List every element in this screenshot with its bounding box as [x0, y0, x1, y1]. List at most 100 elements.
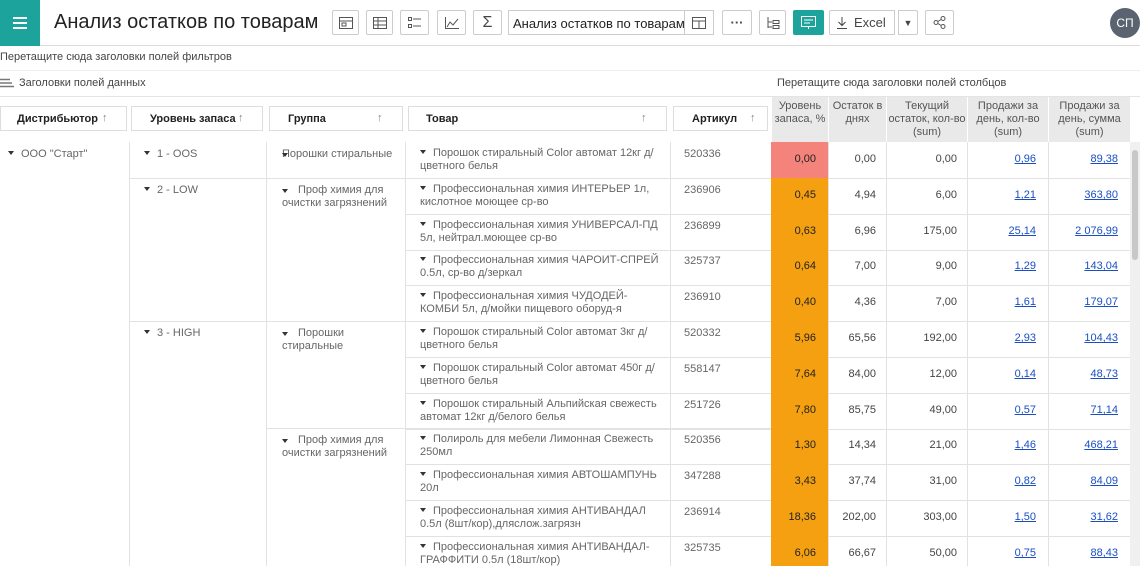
sort-arrow-icon[interactable]: ↑	[377, 112, 383, 124]
present-mode-icon[interactable]	[793, 10, 824, 35]
sales-qty-link[interactable]: 0,96	[967, 142, 1048, 178]
share-icon[interactable]	[925, 10, 954, 35]
collapse-triangle-icon[interactable]	[420, 150, 426, 154]
collapse-triangle-icon[interactable]	[420, 436, 426, 440]
collapse-triangle-icon[interactable]	[420, 544, 426, 548]
level-cell[interactable]: 1 - OOS	[144, 148, 197, 161]
distributor-cell[interactable]: ООО "Старт"	[8, 148, 87, 161]
collapse-triangle-icon[interactable]	[420, 257, 426, 261]
sales-qty-link[interactable]: 0,75	[967, 536, 1048, 566]
sales-qty-link[interactable]: 1,50	[967, 500, 1048, 536]
excel-export-button[interactable]: Excel	[829, 10, 895, 35]
sales-qty-link[interactable]: 2,93	[967, 321, 1048, 357]
product-cell[interactable]: Профессиональная химия АНТИВАНДАЛ 0.5л (…	[420, 505, 662, 531]
filter-drop-zone[interactable]: Перетащите сюда заголовки полей фильтров	[0, 51, 232, 63]
collapse-triangle-icon[interactable]	[282, 189, 288, 193]
sales-sum-link[interactable]: 104,43	[1048, 321, 1130, 357]
stock-pct-cell[interactable]: 18,36	[771, 500, 828, 536]
stock-pct-cell[interactable]: 0,63	[771, 214, 828, 250]
collapse-triangle-icon[interactable]	[420, 472, 426, 476]
sort-arrow-icon[interactable]: ↑	[102, 112, 108, 124]
sales-qty-link[interactable]: 0,82	[967, 464, 1048, 500]
collapse-triangle-icon[interactable]	[420, 293, 426, 297]
fields-list-icon[interactable]	[400, 10, 429, 35]
product-cell[interactable]: Порошок стиральный Color автомат 3кг д/ц…	[420, 326, 662, 352]
sales-sum-link[interactable]: 84,09	[1048, 464, 1130, 500]
row-header-product[interactable]: Товар ↑	[408, 106, 667, 131]
collapse-triangle-icon[interactable]	[144, 187, 150, 191]
product-cell[interactable]: Порошок стиральный Альпийская свежесть а…	[420, 398, 662, 424]
collapse-triangle-icon[interactable]	[144, 330, 150, 334]
sales-sum-link[interactable]: 468,21	[1048, 428, 1130, 464]
product-cell[interactable]: Профессиональная химия АВТОШАМПУНЬ 20л	[420, 469, 662, 495]
measure-header-days[interactable]: Остаток в днях	[828, 97, 886, 142]
collapse-triangle-icon[interactable]	[420, 365, 426, 369]
sales-sum-link[interactable]: 31,62	[1048, 500, 1130, 536]
grid-icon[interactable]	[366, 10, 393, 35]
sales-sum-link[interactable]: 48,73	[1048, 357, 1130, 393]
sort-arrow-icon[interactable]: ↑	[238, 112, 244, 124]
vertical-scrollbar[interactable]	[1130, 142, 1140, 566]
stock-pct-cell[interactable]: 5,96	[771, 321, 828, 357]
collapse-triangle-icon[interactable]	[420, 401, 426, 405]
collapse-triangle-icon[interactable]	[282, 332, 288, 336]
stock-pct-cell[interactable]: 6,06	[771, 536, 828, 566]
collapse-triangle-icon[interactable]	[282, 439, 288, 443]
collapse-triangle-icon[interactable]	[420, 329, 426, 333]
report-settings-icon[interactable]	[684, 10, 714, 35]
sales-sum-link[interactable]: 89,38	[1048, 142, 1130, 178]
hierarchy-icon[interactable]	[759, 10, 786, 35]
stock-pct-cell[interactable]: 3,43	[771, 464, 828, 500]
sort-arrow-icon[interactable]: ↑	[641, 112, 647, 124]
sales-sum-link[interactable]: 88,43	[1048, 536, 1130, 566]
measure-header-sales-qty[interactable]: Продажи за день, кол-во (sum)	[967, 97, 1048, 142]
row-header-distributor[interactable]: Дистрибьютор ↑	[0, 106, 127, 131]
chart-icon[interactable]	[437, 10, 466, 35]
product-cell[interactable]: Порошок стиральный Color автомат 450г д/…	[420, 362, 662, 388]
collapse-triangle-icon[interactable]	[420, 508, 426, 512]
stock-pct-cell[interactable]: 0,00	[771, 142, 828, 178]
hamburger-menu-icon[interactable]	[0, 0, 40, 46]
product-cell[interactable]: Порошок стиральный Color автомат 12кг д/…	[420, 147, 662, 173]
level-cell[interactable]: 2 - LOW	[144, 184, 198, 197]
excel-dropdown-chevron-down-icon[interactable]: ▼	[898, 10, 918, 35]
product-cell[interactable]: Профессиональная химия УНИВЕРСАЛ-ПД 5л, …	[420, 219, 662, 245]
sales-qty-link[interactable]: 1,46	[967, 428, 1048, 464]
stock-pct-cell[interactable]: 0,45	[771, 178, 828, 214]
sales-sum-link[interactable]: 2 076,99	[1048, 214, 1130, 250]
row-header-stock-level[interactable]: Уровень запаса ↑	[131, 106, 263, 131]
scrollbar-thumb[interactable]	[1132, 150, 1138, 260]
sales-qty-link[interactable]: 1,29	[967, 249, 1048, 285]
stock-pct-cell[interactable]: 0,40	[771, 285, 828, 321]
stock-pct-cell[interactable]: 7,64	[771, 357, 828, 393]
row-header-sku[interactable]: Артикул ↑	[673, 106, 768, 131]
collapse-triangle-icon[interactable]	[282, 153, 288, 157]
sales-qty-link[interactable]: 0,14	[967, 357, 1048, 393]
measure-header-current-stock[interactable]: Текущий остаток, кол-во (sum)	[886, 97, 967, 142]
group-cell[interactable]: Порошки стиральные	[282, 148, 402, 161]
data-fields-zone[interactable]: Заголовки полей данных	[0, 77, 146, 89]
sales-qty-link[interactable]: 1,21	[967, 178, 1048, 214]
collapse-triangle-icon[interactable]	[8, 151, 14, 155]
sales-qty-link[interactable]: 0,57	[967, 393, 1048, 429]
collapse-triangle-icon[interactable]	[420, 222, 426, 226]
stock-pct-cell[interactable]: 1,30	[771, 428, 828, 464]
stock-pct-cell[interactable]: 0,64	[771, 249, 828, 285]
group-cell[interactable]: Проф химия для очистки загрязнений	[282, 434, 402, 460]
product-cell[interactable]: Полироль для мебели Лимонная Свежесть 25…	[420, 433, 662, 459]
product-cell[interactable]: Профессиональная химия ИНТЕРЬЕР 1л, кисл…	[420, 183, 662, 209]
sigma-icon[interactable]: Σ	[473, 10, 502, 35]
column-drop-zone[interactable]: Перетащите сюда заголовки полей столбцов	[777, 77, 1006, 89]
report-select[interactable]: Анализ остатков по товарам	[508, 10, 684, 35]
product-cell[interactable]: Профессиональная химия АНТИВАНДАЛ-ГРАФФИ…	[420, 541, 662, 566]
sales-qty-link[interactable]: 25,14	[967, 214, 1048, 250]
stock-pct-cell[interactable]: 7,80	[771, 393, 828, 429]
group-cell[interactable]: Порошки стиральные	[282, 327, 402, 353]
product-cell[interactable]: Профессиональная химия ЧУДОДЕЙ-КОМБИ 5л,…	[420, 290, 662, 316]
avatar[interactable]: СП	[1110, 8, 1140, 38]
sales-sum-link[interactable]: 143,04	[1048, 249, 1130, 285]
table-view-icon[interactable]	[332, 10, 359, 35]
product-cell[interactable]: Профессиональная химия ЧАРОИТ-СПРЕЙ 0.5л…	[420, 254, 662, 280]
row-header-group[interactable]: Группа ↑	[269, 106, 403, 131]
level-cell[interactable]: 3 - HIGH	[144, 327, 200, 340]
